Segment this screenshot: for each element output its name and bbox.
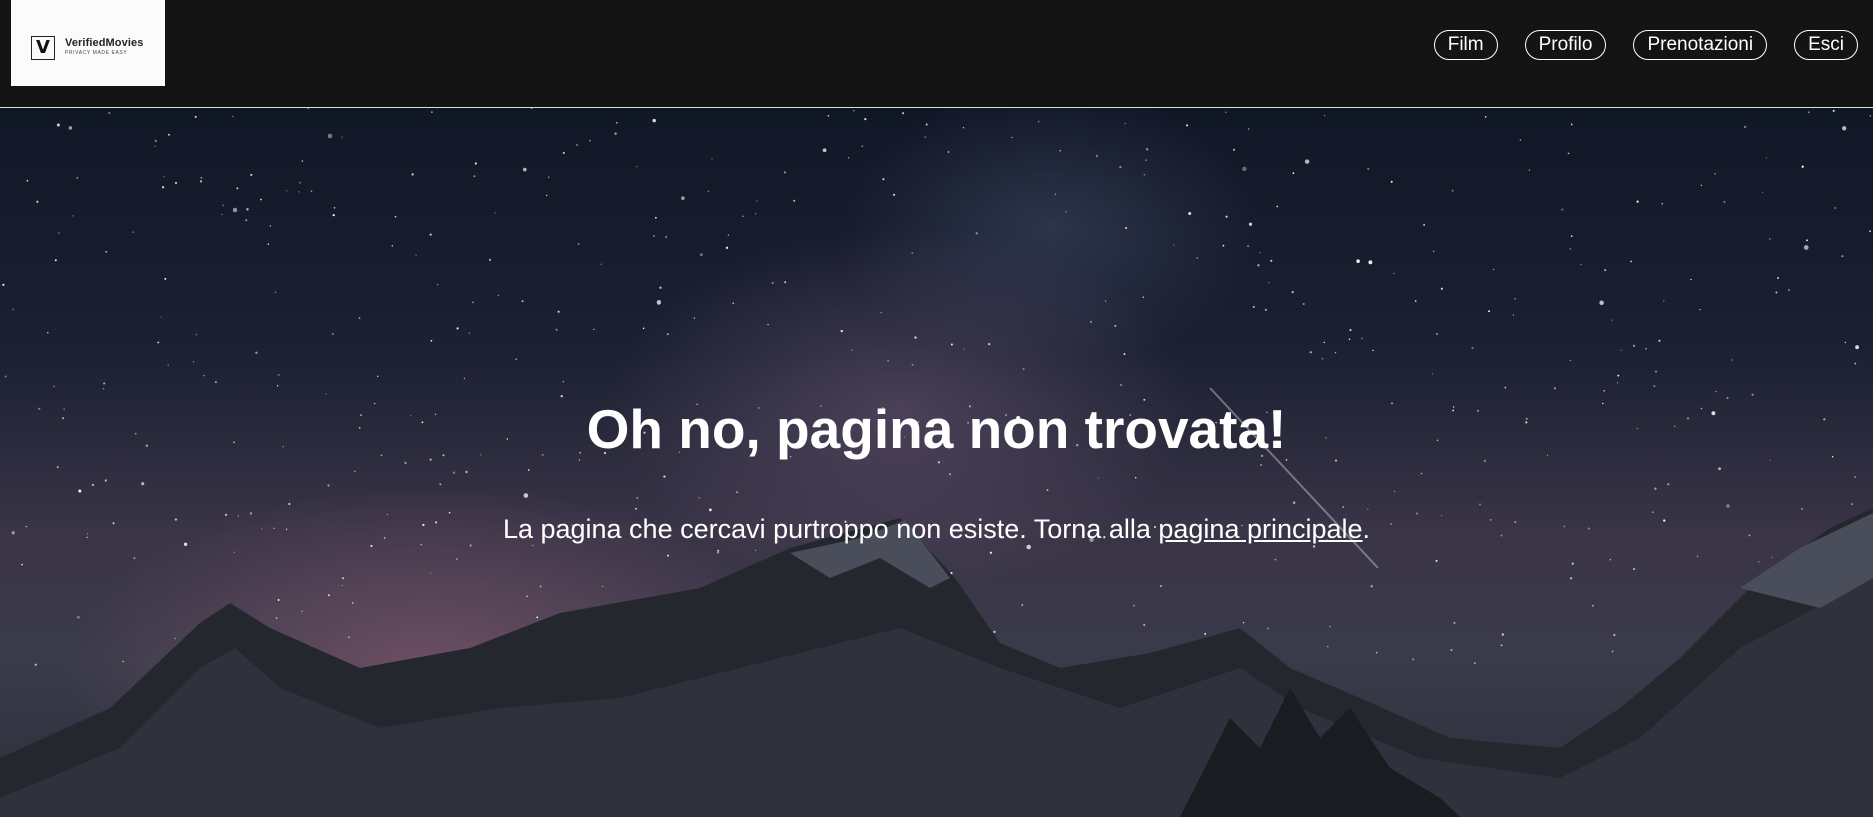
message-text: La pagina che cercavi purtroppo non esis… [502, 514, 1159, 544]
nav-profile-button[interactable]: Profilo [1524, 30, 1607, 60]
mountain-silhouette [0, 508, 1873, 817]
page-title: Oh no, pagina non trovata! [586, 398, 1287, 460]
nav-bookings-button[interactable]: Prenotazioni [1633, 30, 1768, 60]
main-nav: Film Profilo Prenotazioni Esci [1433, 30, 1858, 60]
nav-logout-button[interactable]: Esci [1794, 30, 1858, 60]
logo-tagline: PRIVACY MADE EASY [65, 50, 128, 56]
nav-film-button[interactable]: Film [1433, 30, 1498, 60]
not-found-message: La pagina che cercavi purtroppo non esis… [0, 513, 1873, 545]
site-header: V VerifiedMovies PRIVACY MADE EASY Film … [0, 0, 1873, 108]
home-link[interactable]: pagina principale [1158, 514, 1362, 544]
site-logo[interactable]: V VerifiedMovies PRIVACY MADE EASY [11, 0, 165, 86]
logo-name: VerifiedMovies [65, 37, 144, 49]
logo-mark: V [31, 36, 55, 60]
message-end: . [1362, 514, 1371, 544]
hero-section: Oh no, pagina non trovata! La pagina che… [0, 108, 1873, 817]
